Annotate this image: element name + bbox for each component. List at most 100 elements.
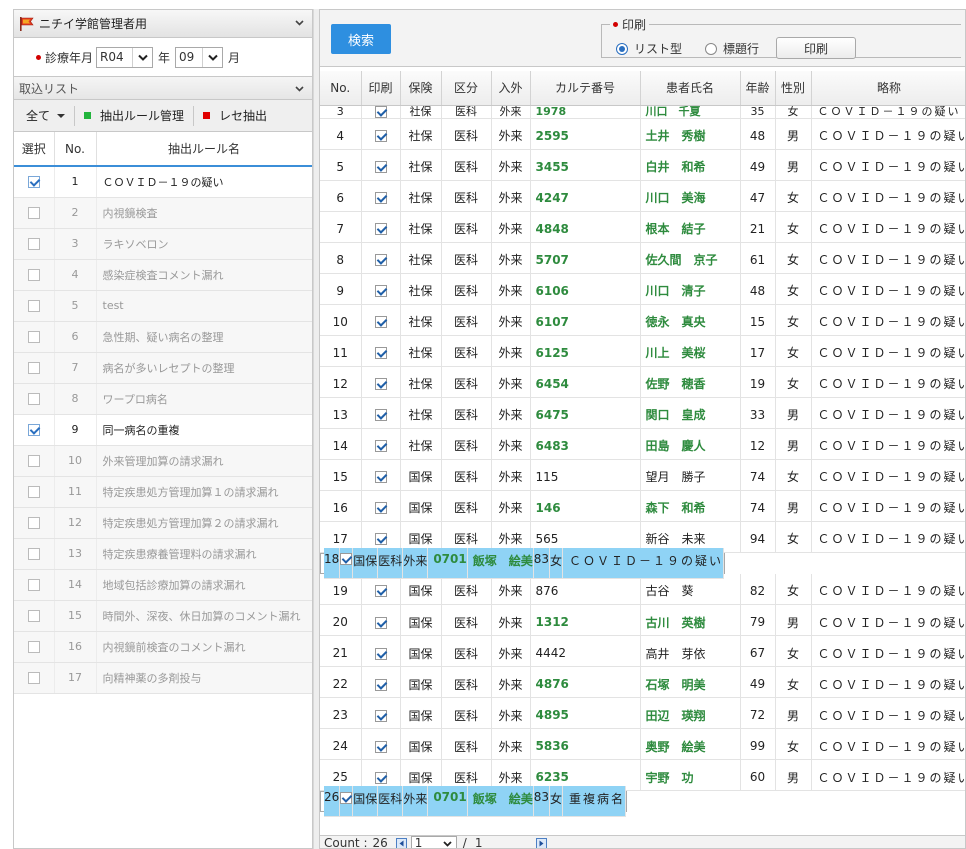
- cell-patient-name[interactable]: 古川 英樹: [640, 604, 741, 636]
- table-row[interactable]: 22 国保 医科 外来 4876 石塚 明美 49 女 ＣＯＶＩＤ－１９の疑い: [320, 666, 965, 698]
- rule-row[interactable]: 10 外来管理加算の請求漏れ: [14, 445, 312, 477]
- checkbox-icon[interactable]: [27, 238, 40, 250]
- checkbox-icon[interactable]: [27, 610, 40, 622]
- rule-row[interactable]: 3 ラキソベロン: [14, 228, 312, 260]
- rule-select-cell[interactable]: [14, 352, 55, 384]
- cell-patient-name[interactable]: 土井 秀樹: [640, 118, 741, 150]
- cell-print[interactable]: [361, 118, 401, 150]
- cell-patient-name[interactable]: 望月 勝子: [640, 459, 741, 491]
- chevron-down-icon[interactable]: [295, 18, 304, 27]
- page-select[interactable]: 1: [410, 835, 457, 848]
- cell-print[interactable]: [361, 459, 401, 491]
- rule-select-cell[interactable]: [14, 228, 55, 260]
- cell-patient-name[interactable]: 根本 結子: [640, 211, 741, 243]
- rule-row[interactable]: 12 特定疾患処方管理加算２の請求漏れ: [14, 507, 312, 539]
- cell-print[interactable]: [361, 105, 401, 119]
- cell-chart-no[interactable]: 6106: [530, 273, 641, 305]
- checkbox-checked-icon[interactable]: [340, 791, 353, 804]
- rule-select-cell[interactable]: [14, 414, 55, 446]
- table-row[interactable]: 20 国保 医科 外来 1312 古川 英樹 79 男 ＣＯＶＩＤ－１９の疑い: [320, 604, 965, 636]
- prev-page-button[interactable]: [395, 837, 407, 848]
- checkbox-checked-icon[interactable]: [374, 254, 387, 266]
- checkbox-checked-icon[interactable]: [374, 130, 387, 142]
- cell-print[interactable]: [361, 366, 401, 398]
- rule-select-cell[interactable]: [14, 538, 55, 570]
- cell-print[interactable]: [361, 697, 401, 729]
- chevron-down-icon[interactable]: [295, 84, 304, 93]
- cell-chart-no[interactable]: 4848: [530, 211, 641, 243]
- cell-patient-name[interactable]: 白井 和希: [640, 149, 741, 181]
- cell-chart-no[interactable]: 6125: [530, 335, 641, 367]
- cell-patient-name[interactable]: 田島 慶人: [640, 428, 741, 460]
- rule-select-cell[interactable]: [14, 383, 55, 415]
- rule-row[interactable]: 15 時間外、深夜、休日加算のコメント漏れ: [14, 600, 312, 632]
- rule-select-cell[interactable]: [14, 476, 55, 508]
- rule-select-cell[interactable]: [14, 445, 55, 477]
- cell-chart-no[interactable]: 146: [530, 490, 641, 522]
- col-print[interactable]: 印刷: [361, 71, 401, 106]
- table-row[interactable]: 5 社保 医科 外来 3455 白井 和希 49 男 ＣＯＶＩＤ－１９の疑い: [320, 149, 965, 181]
- cell-chart-no[interactable]: 115: [530, 459, 641, 491]
- cell-chart-no[interactable]: 4442: [530, 635, 641, 667]
- cell-chart-no[interactable]: 0701: [428, 786, 468, 817]
- table-row[interactable]: 4 社保 医科 外来 2595 土井 秀樹 48 男 ＣＯＶＩＤ－１９の疑い: [320, 118, 965, 150]
- col-inout[interactable]: 入外: [491, 71, 531, 106]
- rule-select-cell[interactable]: [14, 321, 55, 353]
- rule-select-cell[interactable]: [14, 290, 55, 322]
- search-button[interactable]: 検索: [331, 24, 391, 54]
- rule-row[interactable]: 14 地域包括診療加算の請求漏れ: [14, 569, 312, 601]
- table-row[interactable]: 16 国保 医科 外来 146 森下 和希 74 男 ＣＯＶＩＤ－１９の疑い: [320, 490, 965, 522]
- cell-patient-name[interactable]: 高井 芽依: [640, 635, 741, 667]
- cell-patient-name[interactable]: 田辺 瑛翔: [640, 697, 741, 729]
- rule-row[interactable]: 5 test: [14, 290, 312, 322]
- cell-print[interactable]: [361, 180, 401, 212]
- rule-row[interactable]: 2 内視鏡検査: [14, 197, 312, 229]
- checkbox-checked-icon[interactable]: [374, 616, 387, 629]
- col-insurance[interactable]: 保険: [400, 71, 442, 106]
- rule-select-cell[interactable]: [14, 259, 55, 291]
- cell-chart-no[interactable]: 0701: [428, 547, 468, 579]
- print-button[interactable]: 印刷: [776, 37, 856, 59]
- checkbox-checked-icon[interactable]: [374, 285, 387, 297]
- extract-rule-manage-button[interactable]: 抽出ルール管理: [84, 107, 184, 124]
- month-select[interactable]: 09: [175, 46, 224, 68]
- table-row[interactable]: 8 社保 医科 外来 5707 佐久間 京子 61 女 ＣＯＶＩＤ－１９の疑い: [320, 242, 965, 274]
- rule-row[interactable]: 11 特定疾患処方管理加算１の請求漏れ: [14, 476, 312, 508]
- cell-patient-name[interactable]: 徳永 真央: [640, 304, 741, 336]
- col-chart-no[interactable]: カルテ番号: [530, 71, 641, 106]
- checkbox-icon[interactable]: [27, 672, 40, 684]
- col-abbr[interactable]: 略称: [811, 71, 965, 106]
- checkbox-checked-icon[interactable]: [374, 502, 387, 514]
- rule-select-cell[interactable]: [14, 600, 55, 632]
- table-row[interactable]: 15 国保 医科 外来 115 望月 勝子 74 女 ＣＯＶＩＤ－１９の疑い: [320, 459, 965, 491]
- cell-print[interactable]: [361, 428, 401, 460]
- checkbox-checked-icon[interactable]: [374, 409, 387, 421]
- rece-extract-button[interactable]: レセ抽出: [203, 107, 267, 124]
- cell-patient-name[interactable]: 川口 千夏: [640, 105, 741, 119]
- col-select[interactable]: 選択: [14, 132, 55, 167]
- cell-chart-no[interactable]: 4247: [530, 180, 641, 212]
- checkbox-checked-icon[interactable]: [374, 678, 387, 691]
- checkbox-checked-icon[interactable]: [374, 192, 387, 204]
- cell-print[interactable]: [361, 304, 401, 336]
- import-list-header[interactable]: 取込リスト: [14, 76, 312, 100]
- checkbox-checked-icon[interactable]: [374, 223, 387, 235]
- checkbox-checked-icon[interactable]: [27, 176, 40, 189]
- cell-print[interactable]: [361, 149, 401, 181]
- cell-patient-name[interactable]: 川口 美海: [640, 180, 741, 212]
- cell-print[interactable]: [361, 604, 401, 636]
- table-row[interactable]: 18 国保 医科 外来 0701 飯塚 絵美 83 女 ＣＯＶＩＤ－１９の疑い: [320, 547, 726, 579]
- checkbox-checked-icon[interactable]: [374, 585, 387, 598]
- checkbox-icon[interactable]: [27, 517, 40, 529]
- checkbox-icon[interactable]: [27, 548, 40, 560]
- cell-print[interactable]: [361, 211, 401, 243]
- checkbox-checked-icon[interactable]: [374, 647, 387, 660]
- cell-chart-no[interactable]: 1312: [530, 604, 641, 636]
- cell-chart-no[interactable]: 4895: [530, 697, 641, 729]
- cell-chart-no[interactable]: 1978: [530, 105, 641, 119]
- checkbox-checked-icon[interactable]: [340, 553, 353, 565]
- panel-header[interactable]: ニチイ学館管理者用: [14, 10, 312, 38]
- rule-select-cell[interactable]: [14, 197, 55, 229]
- checkbox-checked-icon[interactable]: [374, 347, 387, 359]
- checkbox-icon[interactable]: [27, 207, 40, 219]
